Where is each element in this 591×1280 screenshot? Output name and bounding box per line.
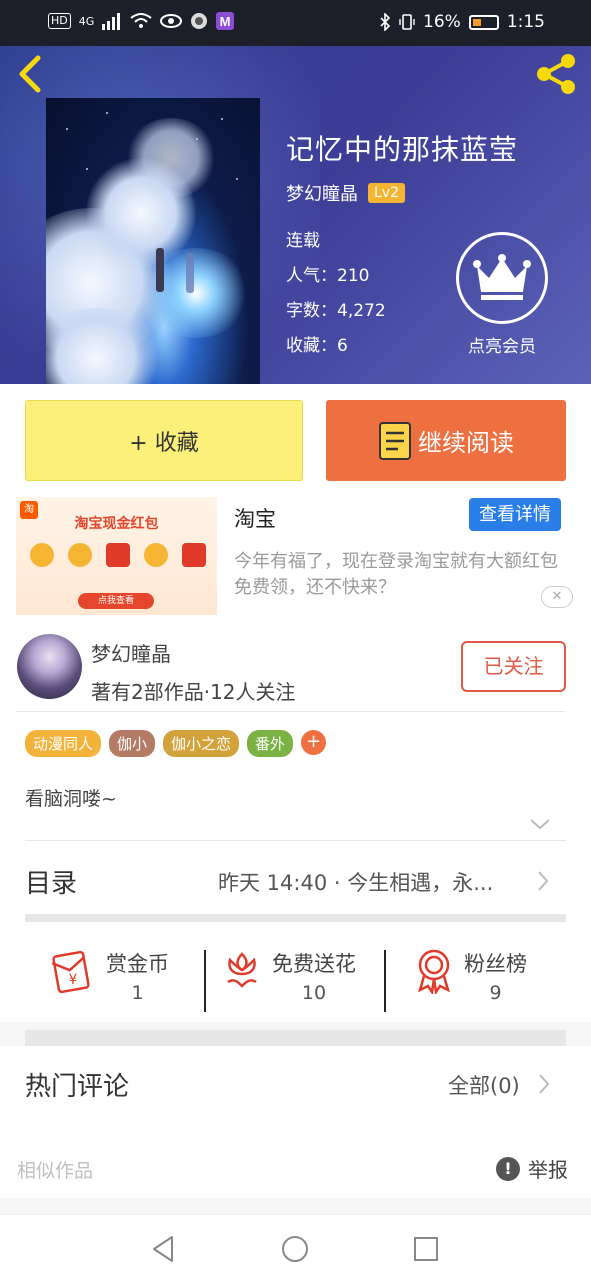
avatar[interactable] xyxy=(17,634,82,699)
support-label: 粉丝榜 xyxy=(464,952,527,976)
level-badge: Lv2 xyxy=(368,183,405,203)
support-label: 免费送花 xyxy=(272,952,356,976)
status-bar: HD 4G M 16% 1:15 xyxy=(0,0,591,46)
latest-chapter: 昨天 14:40 · 今生相遇，永... xyxy=(218,871,494,895)
support-label: 赏金币 xyxy=(106,952,169,976)
nav-recents-icon[interactable] xyxy=(410,1233,442,1265)
svg-text:M: M xyxy=(220,14,231,29)
catalog-label: 目录 xyxy=(25,869,78,899)
divider xyxy=(204,950,206,1012)
share-icon[interactable] xyxy=(534,52,582,96)
flower-icon xyxy=(227,952,257,988)
book-title: 记忆中的那抹蓝莹 xyxy=(286,133,519,166)
chevron-right-icon xyxy=(538,871,549,891)
support-row: ¥ 赏金币 1 免费送花 10 粉丝榜 9 xyxy=(0,922,591,1022)
close-icon[interactable]: ✕ xyxy=(541,586,573,608)
bluetooth-icon xyxy=(380,13,391,31)
continue-reading-button[interactable]: 继续阅读 xyxy=(326,400,566,481)
red-packet-icon xyxy=(182,543,206,567)
signal-icon xyxy=(102,13,121,30)
coin-icon xyxy=(144,543,168,567)
ad-image-button: 点我查看 xyxy=(78,593,154,609)
alert-icon: ! xyxy=(496,1156,520,1181)
network-type: 4G xyxy=(78,14,95,28)
system-nav-bar xyxy=(0,1214,591,1280)
support-count: 9 xyxy=(489,982,502,1004)
coin-icon xyxy=(68,543,92,567)
ad-detail-button[interactable]: 查看详情 xyxy=(469,498,561,531)
catalog-row[interactable]: 目录 昨天 14:40 · 今生相遇，永... xyxy=(0,841,591,919)
follow-button[interactable]: 已关注 xyxy=(461,641,566,692)
popularity-stat: 人气：210 xyxy=(286,266,370,286)
collect-button[interactable]: + 收藏 xyxy=(25,400,303,481)
app-notification-icon xyxy=(191,13,208,29)
chevron-down-icon[interactable] xyxy=(528,817,552,831)
continue-reading-label: 继续阅读 xyxy=(418,429,514,457)
app-m-icon: M xyxy=(216,12,235,30)
section-spacer xyxy=(25,1030,566,1046)
ad-description: 今年有福了，现在登录淘宝就有大额红包免费领，还不快来？ xyxy=(234,551,558,598)
hot-comments-header: 热门评论 全部(0) xyxy=(0,1046,591,1126)
back-icon[interactable] xyxy=(16,54,46,94)
nav-back-icon[interactable] xyxy=(148,1233,180,1265)
ad-image[interactable]: 淘 淘宝现金红包 点我查看 xyxy=(16,497,217,615)
ad-image-title: 淘宝现金红包 xyxy=(74,516,159,532)
book-hero: 记忆中的那抹蓝莹 梦幻瞳晶 Lv2 连载 人气：210 字数：4,272 收藏：… xyxy=(0,46,591,384)
author-card-name[interactable]: 梦幻瞳晶 xyxy=(91,638,171,667)
eye-icon xyxy=(160,14,183,28)
chevron-right-icon[interactable] xyxy=(538,1073,550,1095)
all-comments-link[interactable]: 全部(0) xyxy=(448,1070,520,1100)
red-packet-icon xyxy=(106,543,130,567)
book-cover[interactable] xyxy=(46,98,260,384)
coin-icon xyxy=(30,543,54,567)
author-summary: 著有2部作品·12人关注 xyxy=(91,680,296,704)
book-intro: 看脑洞喽~ xyxy=(25,788,117,810)
battery-percent: 16% xyxy=(423,12,461,32)
vip-button[interactable]: 点亮会员 xyxy=(456,232,548,357)
vip-label: 点亮会员 xyxy=(468,337,536,357)
favorites-stat: 收藏：6 xyxy=(286,336,348,356)
report-label: 举报 xyxy=(528,1158,568,1182)
ad-title: 淘宝 xyxy=(234,507,276,531)
wifi-icon xyxy=(130,13,152,28)
crown-icon xyxy=(473,254,531,300)
book-icon xyxy=(379,421,411,460)
svg-text:¥: ¥ xyxy=(69,972,78,988)
reward-coins-button[interactable]: ¥ 赏金币 1 xyxy=(50,948,169,1004)
tag[interactable]: 伽小之恋 xyxy=(163,730,240,757)
similar-works-label: 相似作品 xyxy=(17,1160,94,1182)
footer-row: 相似作品 ! 举报 xyxy=(0,1126,591,1198)
hd-badge: HD xyxy=(48,13,71,29)
support-count: 1 xyxy=(131,982,144,1004)
medal-icon xyxy=(418,949,450,994)
send-flower-button[interactable]: 免费送花 10 xyxy=(222,948,356,1004)
vibrate-icon xyxy=(399,14,415,30)
ad-banner[interactable]: 淘 淘宝现金红包 点我查看 淘宝 查看详情 今年有福了，现在登录淘宝就有大额红包… xyxy=(0,486,591,624)
book-stats: 连载 人气：210 字数：4,272 收藏：6 xyxy=(286,224,386,364)
red-envelope-icon: ¥ xyxy=(51,950,90,994)
battery-icon xyxy=(468,14,499,30)
clock: 1:15 xyxy=(506,12,545,32)
fan-ranking-button[interactable]: 粉丝榜 9 xyxy=(414,948,527,1004)
action-bar: + 收藏 继续阅读 xyxy=(0,384,591,486)
word-count-stat: 字数：4,272 xyxy=(286,301,386,321)
report-button[interactable]: ! 举报 xyxy=(496,1154,568,1183)
add-tag-button[interactable]: + xyxy=(301,730,327,755)
divider xyxy=(16,711,565,712)
author-row[interactable]: 梦幻瞳晶 Lv2 xyxy=(286,180,405,206)
nav-home-icon[interactable] xyxy=(279,1233,311,1265)
support-count: 10 xyxy=(301,982,327,1004)
divider xyxy=(384,950,386,1012)
tag[interactable]: 番外 xyxy=(247,730,294,757)
tag[interactable]: 伽小 xyxy=(109,730,156,757)
tag[interactable]: 动漫同人 xyxy=(25,730,102,757)
author-name[interactable]: 梦幻瞳晶 xyxy=(286,180,358,206)
tag-list: 动漫同人 伽小 伽小之恋 番外 + xyxy=(25,730,327,757)
book-status: 连载 xyxy=(286,231,320,251)
hot-comments-title: 热门评论 xyxy=(25,1072,130,1102)
